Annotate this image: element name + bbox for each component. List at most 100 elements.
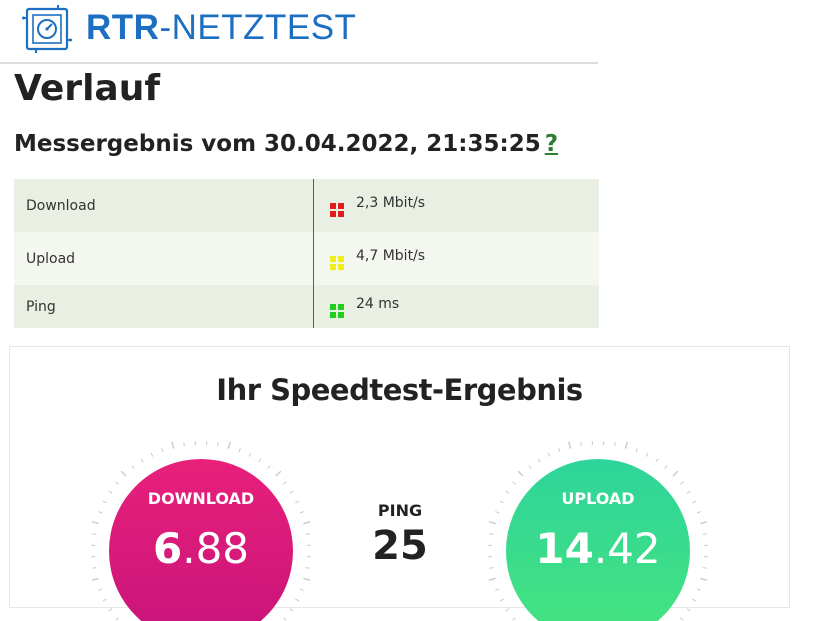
speedtest-result-card: Ihr Speedtest-Ergebnis DOWNLOAD 6.88 PIN… bbox=[9, 346, 790, 608]
gauge-tick bbox=[636, 448, 637, 452]
gauge-tick bbox=[569, 442, 571, 449]
gauge-tick bbox=[495, 512, 499, 513]
gauge-tick bbox=[700, 578, 707, 580]
gauge-tick bbox=[228, 442, 230, 449]
help-link[interactable]: ? bbox=[545, 131, 558, 157]
gauge-tick bbox=[92, 522, 99, 524]
gauge-tick bbox=[697, 512, 701, 513]
gauge-tick bbox=[218, 442, 219, 446]
gauge-tick bbox=[703, 568, 707, 569]
gauge-tick bbox=[92, 568, 96, 569]
speedometer-icon[interactable] bbox=[22, 4, 72, 54]
gauge-tick bbox=[116, 482, 119, 485]
gauge-tick bbox=[489, 568, 493, 569]
gauge-tick bbox=[92, 534, 96, 535]
gauge-tick bbox=[680, 618, 683, 621]
gauge-tick bbox=[295, 501, 299, 503]
gauge-tick bbox=[700, 522, 707, 524]
table-row: Ping 24 ms bbox=[14, 285, 599, 328]
gauge-tick bbox=[697, 589, 701, 590]
rating-icon bbox=[330, 256, 344, 270]
result-value: 4,7 Mbit/s bbox=[356, 248, 425, 264]
download-label: DOWNLOAD bbox=[148, 489, 254, 508]
table-row: Download 2,3 Mbit/s bbox=[14, 179, 599, 232]
result-value: 2,3 Mbit/s bbox=[356, 195, 425, 211]
table-row: Upload 4,7 Mbit/s bbox=[14, 232, 599, 285]
gauge-tick bbox=[489, 522, 496, 524]
gauge-tick bbox=[615, 442, 616, 446]
gauge-tick bbox=[162, 448, 163, 452]
gauge-tick bbox=[172, 442, 174, 449]
upload-gauge: UPLOAD 14.42 bbox=[478, 431, 718, 621]
gauge-tick bbox=[646, 453, 648, 457]
gauge-tick bbox=[529, 466, 532, 469]
results-table: Download 2,3 Mbit/s Upload 4,7 Mbit/s Pi… bbox=[14, 179, 599, 328]
upload-label: UPLOAD bbox=[561, 489, 634, 508]
gauge-tick bbox=[121, 471, 126, 476]
gauge-tick bbox=[300, 589, 304, 590]
gauge-tick bbox=[489, 578, 496, 580]
gauge-tick bbox=[513, 618, 516, 621]
gauge-tick bbox=[489, 534, 493, 535]
gauge-tick bbox=[303, 578, 310, 580]
result-value: 24 ms bbox=[356, 296, 399, 312]
result-label: Upload bbox=[14, 232, 314, 285]
gauge-tick bbox=[500, 599, 504, 601]
gauge-tick bbox=[268, 466, 271, 469]
gauge-tick bbox=[500, 501, 504, 503]
gauge-tick bbox=[306, 534, 310, 535]
gauge-tick bbox=[625, 442, 627, 449]
gauge-tick bbox=[98, 589, 102, 590]
gauge-tick bbox=[581, 442, 582, 446]
gauge-tick bbox=[283, 618, 286, 621]
gauge-tick bbox=[295, 599, 299, 601]
gauge-tick bbox=[673, 471, 678, 476]
measurement-date-text: Messergebnis vom 30.04.2022, 21:35:25 bbox=[14, 131, 541, 157]
gauge-tick bbox=[290, 491, 293, 493]
gauge-tick bbox=[290, 609, 293, 611]
upload-value: 14.42 bbox=[535, 524, 660, 573]
brand-rest: -NETZTEST bbox=[159, 8, 356, 47]
gauge-tick bbox=[184, 442, 185, 446]
gauge-tick bbox=[680, 482, 683, 485]
gauge-tick bbox=[687, 491, 690, 493]
download-gauge: DOWNLOAD 6.88 bbox=[81, 431, 321, 621]
site-header: RTR-NETZTEST bbox=[0, 0, 598, 64]
gauge-tick bbox=[538, 459, 540, 462]
gauge-tick bbox=[109, 609, 112, 611]
result-value-cell: 4,7 Mbit/s bbox=[314, 232, 600, 285]
gauge-tick bbox=[283, 482, 286, 485]
gauge-tick bbox=[132, 466, 135, 469]
brand-logo-text[interactable]: RTR-NETZTEST bbox=[86, 8, 356, 48]
gauge-tick bbox=[513, 482, 516, 485]
rating-icon bbox=[330, 304, 344, 318]
gauge-tick bbox=[249, 453, 251, 457]
gauge-tick bbox=[692, 501, 696, 503]
result-label: Ping bbox=[14, 285, 314, 328]
gauge-tick bbox=[103, 501, 107, 503]
gauge-tick bbox=[300, 512, 304, 513]
gauge-tick bbox=[692, 599, 696, 601]
result-label: Download bbox=[14, 179, 314, 232]
gauge-tick bbox=[495, 589, 499, 590]
gauge-tick bbox=[518, 471, 523, 476]
speedtest-title: Ihr Speedtest-Ergebnis bbox=[10, 373, 789, 407]
gauge-tick bbox=[141, 459, 143, 462]
ping-value: 25 bbox=[350, 523, 450, 569]
ping-label: PING bbox=[370, 501, 430, 520]
gauge-tick bbox=[506, 491, 509, 493]
gauge-tick bbox=[103, 599, 107, 601]
result-value-cell: 24 ms bbox=[314, 285, 600, 328]
page-title: Verlauf bbox=[14, 66, 160, 112]
gauge-tick bbox=[276, 471, 281, 476]
gauge-tick bbox=[559, 448, 560, 452]
result-value-cell: 2,3 Mbit/s bbox=[314, 179, 600, 232]
gauge-tick bbox=[703, 534, 707, 535]
gauge-tick bbox=[259, 459, 261, 462]
gauge-tick bbox=[506, 609, 509, 611]
gauge-tick bbox=[303, 522, 310, 524]
gauge-tick bbox=[687, 609, 690, 611]
gauge-tick bbox=[656, 459, 658, 462]
gauge-tick bbox=[109, 491, 112, 493]
gauge-tick bbox=[548, 453, 550, 457]
